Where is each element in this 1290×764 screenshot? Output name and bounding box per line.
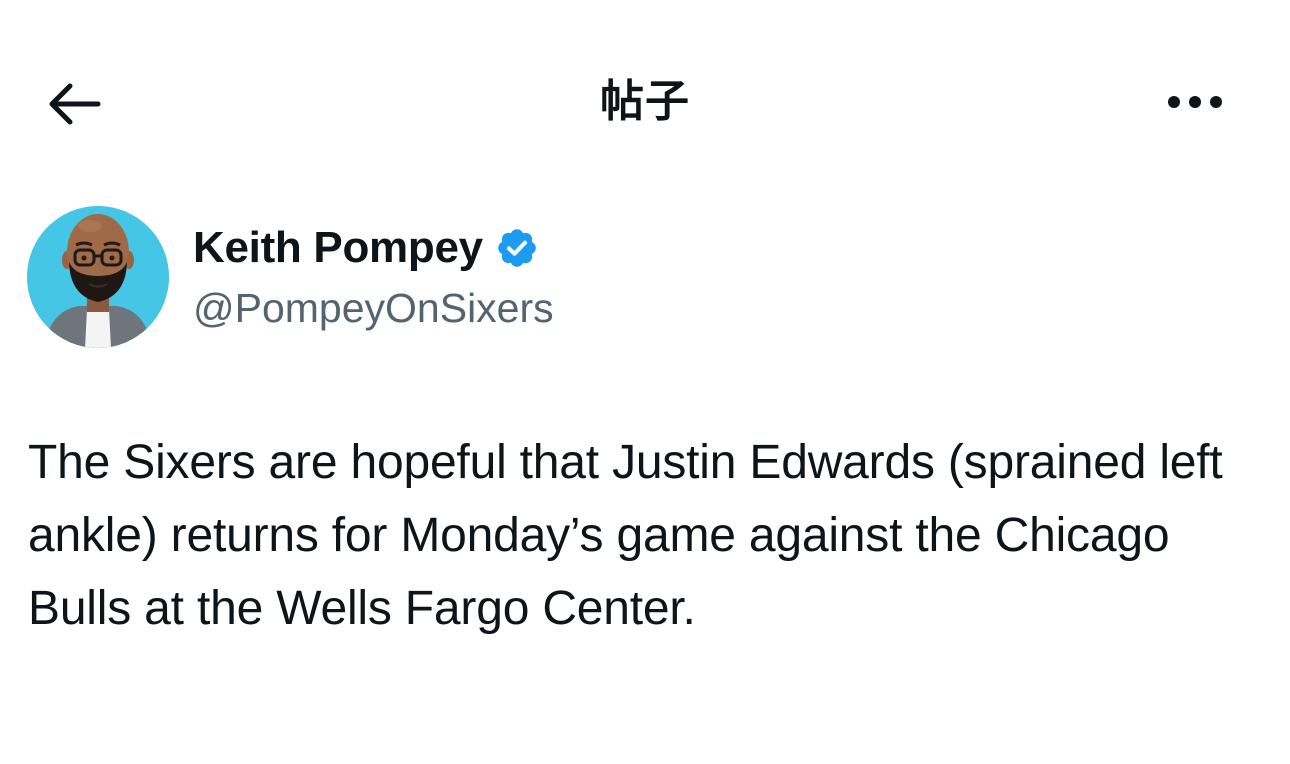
more-options-button[interactable] xyxy=(1160,82,1230,122)
more-horizontal-icon xyxy=(1168,96,1222,108)
author-name-row: Keith Pompey xyxy=(193,220,539,276)
page-title: 帖子 xyxy=(600,76,690,127)
author-handle[interactable]: @PompeyOnSixers xyxy=(193,282,554,334)
display-name[interactable]: Keith Pompey xyxy=(193,220,483,276)
top-navigation-bar: 帖子 xyxy=(0,0,1290,200)
memoji-avatar xyxy=(27,206,169,348)
avatar[interactable] xyxy=(27,206,169,348)
verified-badge-icon xyxy=(495,226,539,270)
post-author: Keith Pompey @PompeyOnSixers xyxy=(27,206,927,348)
post-text: The Sixers are hopeful that Justin Edwar… xyxy=(28,436,1223,635)
